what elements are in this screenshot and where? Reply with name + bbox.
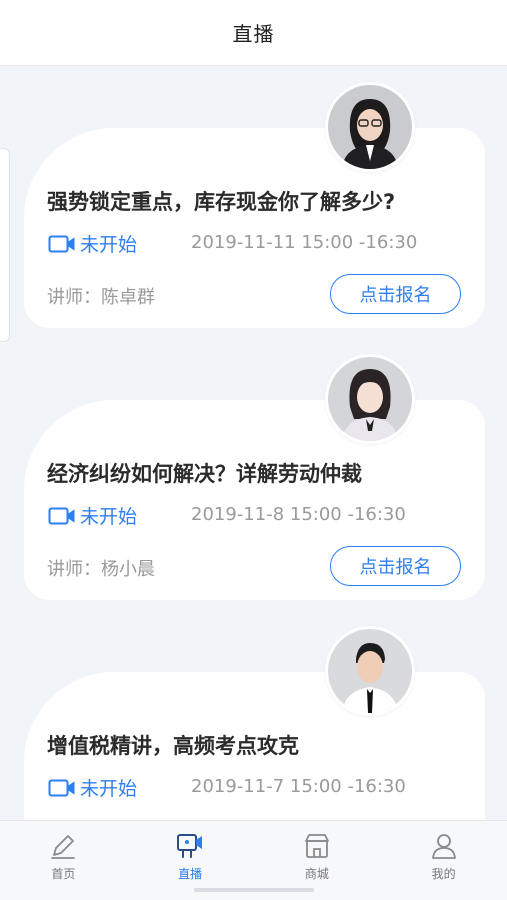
tab-label: 首页 [51, 867, 76, 881]
course-status: 未开始 [48, 502, 137, 529]
tab-home[interactable]: 首页 [0, 821, 127, 888]
status-label: 未开始 [80, 506, 138, 528]
signup-button[interactable]: 点击报名 [330, 274, 461, 314]
male-lecturer-avatar-icon [328, 629, 412, 713]
female-lecturer-avatar-icon [328, 357, 412, 441]
course-time: 2019-11-11 15:00 -16:30 [191, 232, 418, 253]
course-time: 2019-11-7 15:00 -16:30 [191, 776, 406, 797]
tab-profile[interactable]: 我的 [380, 821, 507, 888]
tab-live[interactable]: 直播 [127, 821, 254, 888]
lecturer-name: 讲师：陈卓群 [47, 287, 155, 308]
tab-label: 直播 [178, 867, 203, 881]
status-label: 未开始 [80, 778, 138, 800]
course-time: 2019-11-8 15:00 -16:30 [191, 504, 406, 525]
tab-label: 商城 [304, 867, 329, 881]
course-status: 未开始 [48, 774, 137, 801]
side-drawer-handle[interactable] [0, 148, 10, 342]
user-icon [431, 834, 456, 859]
signup-button[interactable]: 点击报名 [330, 546, 461, 586]
top-bar: 直播 [0, 0, 507, 66]
lecturer-avatar [325, 626, 415, 716]
lecturer-avatar [325, 82, 415, 172]
video-camera-icon [48, 235, 75, 252]
home-indicator [0, 888, 507, 900]
video-camera-icon [48, 507, 75, 524]
lecturer-name: 讲师：杨小晨 [47, 559, 155, 580]
store-icon [304, 834, 329, 858]
tab-label: 我的 [431, 867, 456, 881]
course-title: 强势锁定重点，库存现金你了解多少? [47, 190, 396, 214]
course-card[interactable]: 经济纠纷如何解决？详解劳动仲裁 未开始 2019-11-8 15:00 -16:… [24, 400, 485, 600]
course-status: 未开始 [48, 230, 137, 257]
page-title: 直播 [232, 22, 275, 46]
course-card[interactable]: 强势锁定重点，库存现金你了解多少? 未开始 2019-11-11 15:00 -… [24, 128, 485, 328]
status-label: 未开始 [80, 234, 138, 256]
lecturer-avatar [325, 354, 415, 444]
video-camera-icon [48, 779, 75, 796]
tab-store[interactable]: 商城 [254, 821, 381, 888]
pen-icon [51, 835, 76, 859]
live-camera-icon [177, 834, 203, 858]
female-lecturer-avatar-icon [328, 85, 412, 169]
course-title: 增值税精讲，高频考点攻克 [47, 734, 299, 758]
live-page: 强势锁定重点，库存现金你了解多少? 未开始 2019-11-11 15:00 -… [0, 0, 507, 900]
bottom-tab-bar: 首页 直播 商城 我的 [0, 820, 507, 900]
course-title: 经济纠纷如何解决？详解劳动仲裁 [47, 462, 362, 486]
